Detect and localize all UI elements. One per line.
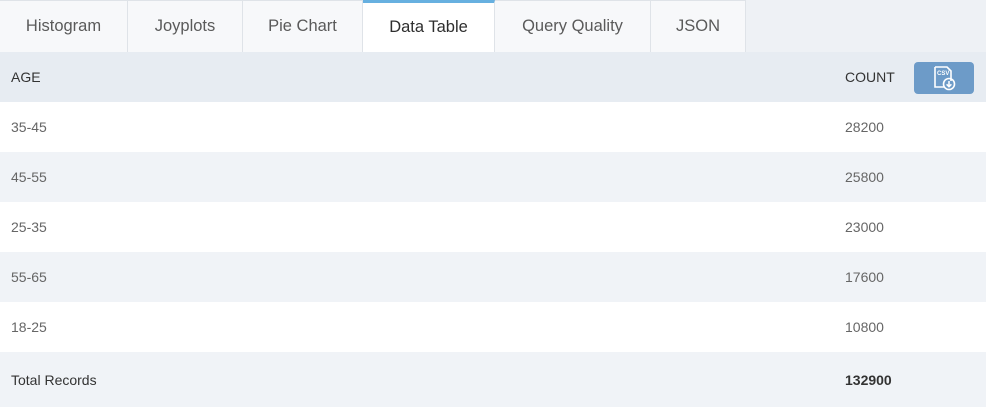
table-header: AGE COUNT CSV bbox=[0, 52, 986, 102]
tab-json[interactable]: JSON bbox=[651, 0, 746, 52]
cell-count: 28200 bbox=[845, 119, 884, 135]
table-row: 45-55 25800 bbox=[0, 152, 986, 202]
cell-age: 18-25 bbox=[11, 319, 47, 335]
tab-pie-chart[interactable]: Pie Chart bbox=[243, 0, 363, 52]
cell-count: 23000 bbox=[845, 219, 884, 235]
cell-age: 55-65 bbox=[11, 269, 47, 285]
total-row: Total Records 132900 bbox=[0, 352, 986, 407]
tab-bar-filler bbox=[746, 0, 986, 52]
total-label: Total Records bbox=[11, 371, 97, 388]
tab-joyplots[interactable]: Joyplots bbox=[128, 0, 243, 52]
total-count: 132900 bbox=[845, 371, 892, 388]
csv-download-button[interactable]: CSV bbox=[914, 62, 974, 94]
tab-bar: Histogram Joyplots Pie Chart Data Table … bbox=[0, 0, 986, 52]
data-table: AGE COUNT CSV 35-45 28200 45-55 25800 25… bbox=[0, 52, 986, 407]
csv-icon-text: CSV bbox=[937, 71, 949, 77]
cell-age: 35-45 bbox=[11, 119, 47, 135]
cell-count: 17600 bbox=[845, 269, 884, 285]
column-header-count: COUNT bbox=[845, 69, 895, 85]
tab-histogram[interactable]: Histogram bbox=[0, 0, 128, 52]
tab-data-table[interactable]: Data Table bbox=[363, 0, 495, 52]
csv-download-icon: CSV bbox=[934, 66, 956, 91]
cell-age: 45-55 bbox=[11, 169, 47, 185]
column-header-age: AGE bbox=[11, 69, 41, 85]
cell-count: 25800 bbox=[845, 169, 884, 185]
table-row: 35-45 28200 bbox=[0, 102, 986, 152]
tab-query-quality[interactable]: Query Quality bbox=[495, 0, 651, 52]
data-table-page: Histogram Joyplots Pie Chart Data Table … bbox=[0, 0, 986, 409]
table-row: 18-25 10800 bbox=[0, 302, 986, 352]
cell-age: 25-35 bbox=[11, 219, 47, 235]
table-row: 25-35 23000 bbox=[0, 202, 986, 252]
cell-count: 10800 bbox=[845, 319, 884, 335]
table-row: 55-65 17600 bbox=[0, 252, 986, 302]
